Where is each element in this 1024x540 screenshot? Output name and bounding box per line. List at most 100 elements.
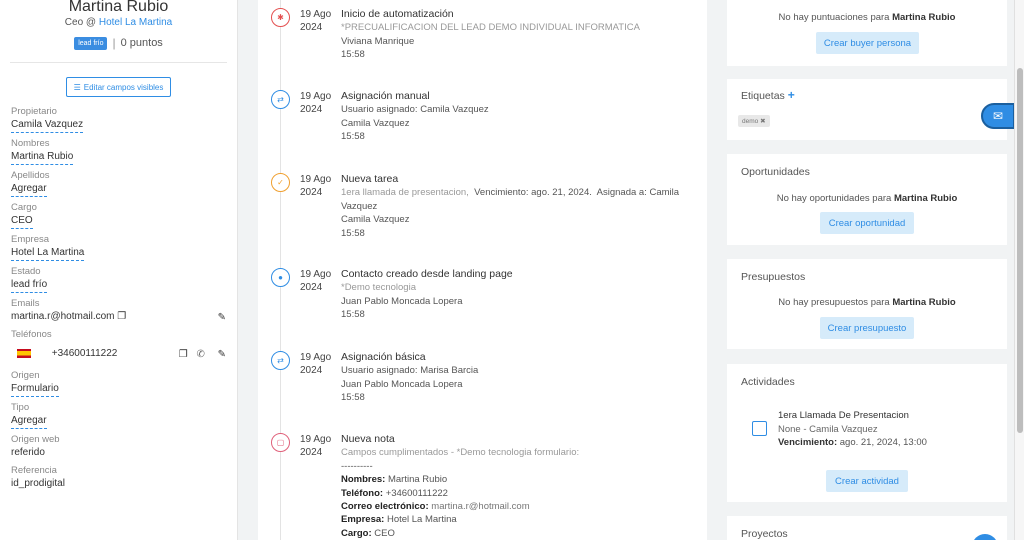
email-row: martina.r@hotmail.com ❐ ✎: [11, 310, 226, 324]
email-value: martina.r@hotmail.com: [11, 311, 115, 322]
event-title: Asignación manual: [341, 90, 430, 102]
activity-timeline: ✱ 19 Ago 2024 Inicio de automatización *P…: [258, 0, 707, 540]
event-user: Camila Vazquez: [341, 117, 410, 129]
event-time: 15:58: [341, 227, 365, 239]
create-opportunity-button[interactable]: Crear oportunidad: [820, 212, 914, 234]
note-icon: ▢: [271, 433, 290, 452]
copy-icon[interactable]: ❐: [179, 349, 188, 360]
event-body: Contacto creado desde landing page *Demo…: [341, 268, 691, 322]
contact-role: Ceo @ Hotel La Martina: [0, 17, 237, 28]
activities-title: Actividades: [741, 376, 795, 388]
event-user: Viviana Manrique: [341, 35, 415, 47]
owner-value[interactable]: Camila Vazquez: [11, 118, 84, 133]
event-title: Nueva tarea: [341, 173, 399, 185]
separator: |: [112, 36, 116, 50]
phone-row: +34600111222 ❐ ✆ ✎: [11, 347, 226, 361]
tag-chip: demo ✖: [738, 115, 770, 127]
event-user: Camila Vazquez: [341, 214, 410, 226]
type-label: Tipo: [11, 402, 30, 413]
gear-icon: ✱: [271, 8, 290, 27]
copy-icon[interactable]: ❐: [117, 311, 126, 322]
points-count: 0 puntos: [120, 37, 163, 49]
opportunities-title: Oportunidades: [741, 166, 810, 178]
role-prefix: Ceo @: [64, 17, 97, 28]
event-body: Nueva nota Campos cumplimentados - *Demo…: [341, 433, 691, 540]
projects-title: Proyectos: [741, 528, 788, 540]
whatsapp-icon[interactable]: ✆: [196, 349, 204, 360]
last-name-label: Apellidos: [11, 170, 50, 181]
budgets-message: No hay presupuestos para Martina Rubio: [778, 297, 956, 308]
mail-icon[interactable]: ✉: [981, 103, 1015, 129]
activity-due: Vencimiento: ago. 21, 2024, 13:00: [778, 437, 927, 448]
event-body: Asignación manual Usuario asignado: Cami…: [341, 90, 691, 144]
projects-card: Proyectos: [727, 516, 1007, 540]
note-field: Nombres: Martina Rubio: [341, 474, 448, 486]
list-icon: ☰: [73, 82, 81, 92]
create-budget-button[interactable]: Crear presupuesto: [820, 317, 914, 339]
company-value[interactable]: Hotel La Martina: [11, 246, 85, 261]
pencil-icon[interactable]: ✎: [218, 312, 226, 323]
activity-item[interactable]: 1era Llamada De Presentacion None - Cami…: [778, 409, 927, 450]
edit-visible-fields-label: Editar campos visibles: [83, 82, 164, 92]
event-date: 19 Ago 2024: [300, 269, 332, 293]
add-tag-icon[interactable]: +: [788, 88, 795, 102]
event-time: 15:58: [341, 392, 365, 404]
event-title: Contacto creado desde landing page: [341, 268, 513, 280]
type-value[interactable]: Agregar: [11, 414, 47, 429]
phones-label: Teléfonos: [11, 329, 52, 340]
create-buyer-persona-button[interactable]: Crear buyer persona: [816, 32, 919, 54]
position-value[interactable]: CEO: [11, 214, 33, 229]
event-detail: Usuario asignado: Marisa Barcia: [341, 365, 479, 377]
page-scrollbar[interactable]: [1014, 0, 1024, 540]
status-value[interactable]: lead frío: [11, 278, 48, 293]
reference-value[interactable]: id_prodigital: [11, 477, 65, 491]
event-title: Nueva nota: [341, 433, 395, 445]
pencil-icon[interactable]: ✎: [218, 349, 226, 360]
tags-card: Etiquetas + demo ✖: [727, 79, 1007, 140]
event-body: Inicio de automatización *PRECUALIFICACI…: [341, 8, 691, 62]
note-field: Empresa: Hotel La Martina: [341, 514, 457, 526]
contact-fields: Propietario Camila Vazquez Nombres Marti…: [0, 105, 237, 491]
position-label: Cargo: [11, 202, 37, 213]
create-activity-button[interactable]: Crear actividad: [826, 470, 908, 492]
remove-tag-icon[interactable]: ✖: [760, 118, 765, 125]
contact-name: Martina Rubio: [68, 0, 169, 15]
event-separator: ----------: [341, 460, 373, 472]
last-name-value[interactable]: Agregar: [11, 182, 47, 197]
event-time: 15:58: [341, 49, 365, 61]
check-icon: ✓: [271, 173, 290, 192]
event-date: 19 Ago 2024: [300, 91, 332, 115]
event-detail: *Demo tecnologia: [341, 282, 416, 294]
event-time: 15:58: [341, 131, 365, 143]
note-field: Teléfono: +34600111222: [341, 487, 448, 499]
scores-message: No hay puntuaciones para Martina Rubio: [778, 12, 956, 23]
event-title: Inicio de automatización: [341, 8, 454, 20]
event-detail: *PRECUALIFICACION DEL LEAD DEMO INDIVIDU…: [341, 22, 640, 34]
activities-card: Actividades 1era Llamada De Presentacion…: [727, 364, 1007, 502]
web-origin-value[interactable]: referido: [11, 446, 45, 460]
event-body: Nueva tarea 1era llamada de presentacion…: [341, 173, 691, 240]
event-user: Juan Pablo Moncada Lopera: [341, 295, 463, 307]
first-name-value[interactable]: Martina Rubio: [11, 150, 74, 165]
swap-icon: ⇄: [271, 90, 290, 109]
origin-label: Origen: [11, 370, 40, 381]
spain-flag-icon: [17, 348, 31, 358]
event-date: 19 Ago 2024: [300, 352, 332, 376]
scrollbar-thumb[interactable]: [1017, 68, 1023, 433]
note-field: Cargo: CEO: [341, 527, 395, 539]
activity-meta: None - Camila Vazquez: [778, 423, 878, 435]
owner-label: Propietario: [11, 106, 57, 117]
lead-tag: lead frío: [74, 36, 108, 50]
event-title: Asignación básica: [341, 351, 426, 363]
right-panel: No hay puntuaciones para Martina Rubio C…: [727, 0, 1007, 540]
reference-label: Referencia: [11, 465, 57, 476]
opportunities-message: No hay oportunidades para Martina Rubio: [776, 193, 958, 204]
person-icon: ●: [271, 268, 290, 287]
company-link[interactable]: Hotel La Martina: [99, 17, 172, 28]
opportunities-card: Oportunidades No hay oportunidades para …: [727, 154, 1007, 245]
edit-visible-fields-button[interactable]: ☰ Editar campos visibles: [66, 77, 171, 97]
activity-checkbox[interactable]: [752, 421, 767, 436]
origin-value[interactable]: Formulario: [11, 382, 59, 397]
event-date: 19 Ago 2024: [300, 174, 332, 198]
tags-title: Etiquetas +: [741, 88, 795, 102]
